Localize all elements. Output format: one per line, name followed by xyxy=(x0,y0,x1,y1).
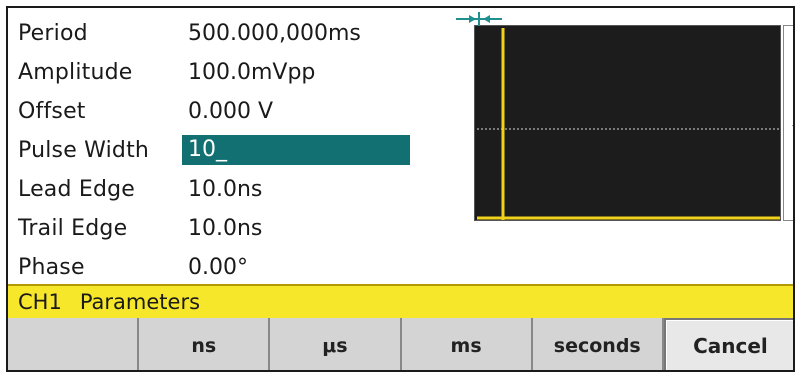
param-label: Offset xyxy=(18,98,86,124)
offset-marker-icon xyxy=(792,125,793,135)
param-label: Pulse Width xyxy=(18,137,150,163)
param-label: Phase xyxy=(18,254,85,280)
parameter-list: Period 500.000,000ms Amplitude 100.0mVpp… xyxy=(8,8,468,284)
param-value[interactable]: 500.000,000ms xyxy=(188,21,361,46)
param-value[interactable]: 0.00° xyxy=(188,255,248,280)
pulse-width-marker-icon xyxy=(456,12,502,26)
param-row-amplitude: Amplitude 100.0mVpp xyxy=(18,53,315,91)
softkey-ns[interactable]: ns xyxy=(139,318,271,370)
function-generator-screen: Period 500.000,000ms Amplitude 100.0mVpp… xyxy=(6,6,795,372)
param-row-pulse-width: Pulse Width 10_ xyxy=(18,131,410,169)
channel-label: CH1 xyxy=(18,290,62,314)
param-row-period: Period 500.000,000ms xyxy=(18,14,361,52)
param-value[interactable]: 10.0ns xyxy=(188,216,262,241)
param-value[interactable]: 10.0ns xyxy=(188,177,262,202)
param-label: Amplitude xyxy=(18,59,133,85)
amplitude-bracket xyxy=(783,25,793,221)
param-value[interactable]: 0.000 V xyxy=(188,99,273,124)
pulse-waveform xyxy=(477,28,780,220)
softkey-seconds[interactable]: seconds xyxy=(532,318,664,370)
param-row-phase: Phase 0.00° xyxy=(18,248,248,286)
waveform-plot-area xyxy=(474,25,781,221)
softkey-bar: ns μs ms seconds Cancel xyxy=(8,318,793,370)
softkey-ms[interactable]: ms xyxy=(401,318,533,370)
param-label: Period xyxy=(18,20,88,46)
softkey-blank[interactable] xyxy=(8,318,140,370)
param-label: Lead Edge xyxy=(18,176,136,202)
param-label: Trail Edge xyxy=(18,215,128,241)
cancel-button[interactable]: Cancel xyxy=(663,318,793,370)
param-value[interactable]: 100.0mVpp xyxy=(188,60,315,85)
menu-title: Parameters xyxy=(79,290,201,314)
param-row-offset: Offset 0.000 V xyxy=(18,92,273,130)
waveform-display xyxy=(456,12,793,225)
param-row-lead-edge: Lead Edge 10.0ns xyxy=(18,170,262,208)
channel-status-bar: CH1 Parameters xyxy=(8,284,793,318)
param-row-trail-edge: Trail Edge 10.0ns xyxy=(18,209,262,247)
pulse-width-entry-field[interactable]: 10_ xyxy=(182,135,410,165)
softkey-us[interactable]: μs xyxy=(270,318,402,370)
